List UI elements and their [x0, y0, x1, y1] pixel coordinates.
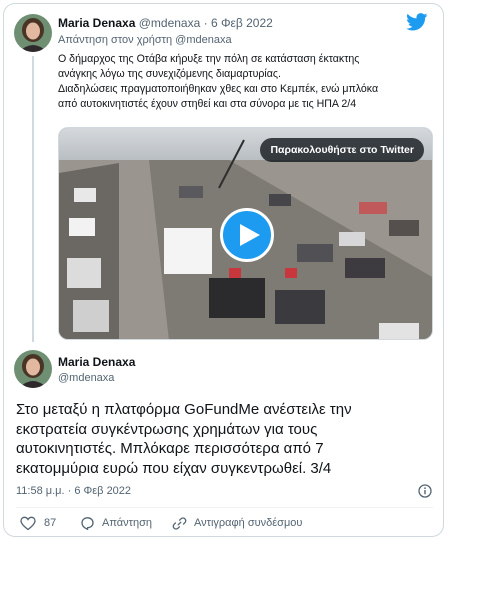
tweet-text-line: εκστρατεία συγκέντρωσης χρημάτων για του… — [16, 420, 318, 438]
watch-on-twitter-button[interactable]: Παρακολουθήστε στο Twitter — [260, 138, 424, 162]
author-handle[interactable]: @mdenaxa — [58, 372, 114, 384]
reply-tweet-header: Maria Denaxa @mdenaxa · 6 Φεβ 2022 — [58, 16, 273, 30]
tweet-date[interactable]: · 6 Φεβ 2022 — [204, 16, 273, 30]
video-player[interactable]: Παρακολουθήστε στο Twitter — [58, 127, 433, 340]
reply-tweet-text: Ο δήμαρχος της Οτάβα κήρυξε την πόλη σε … — [58, 52, 438, 112]
copy-link-label: Αντιγραφή συνδέσμου — [194, 517, 303, 529]
embedded-tweet-card: Maria Denaxa @mdenaxa · 6 Φεβ 2022 Απάντ… — [3, 3, 444, 537]
heart-icon — [20, 516, 36, 531]
info-icon[interactable] — [418, 484, 432, 498]
tweet-timestamp[interactable]: 11:58 μ.μ. · 6 Φεβ 2022 — [16, 485, 131, 497]
divider — [16, 507, 433, 508]
avatar[interactable] — [14, 14, 52, 52]
author-name[interactable]: Maria Denaxa — [58, 16, 135, 30]
replying-to: Απάντηση στον χρήστη @mdenaxa — [58, 34, 232, 46]
tweet-text-line: αυτοκινητιστές. Μπλόκαρε περισσότερα από… — [16, 440, 324, 457]
thread-line — [32, 56, 34, 342]
tweet-text-line: Διαδηλώσεις πραγματοποιήθηκαν χθες και σ… — [58, 83, 379, 95]
author-handle[interactable]: @mdenaxa — [139, 16, 201, 30]
replying-to-handle[interactable]: @mdenaxa — [175, 34, 231, 46]
play-button[interactable] — [220, 208, 274, 262]
play-icon — [240, 224, 260, 246]
speech-bubble-icon — [81, 517, 94, 531]
tweet-text-line: Στο μεταξύ η πλατφόρμα GoFundMe ανέστειλ… — [16, 401, 352, 418]
tweet-text-line: από αυτοκινητιστές έχουν στηθεί και στα … — [58, 98, 357, 110]
avatar[interactable] — [14, 350, 52, 388]
replying-to-prefix: Απάντηση στον χρήστη — [58, 34, 173, 46]
twitter-bird-icon[interactable] — [406, 13, 428, 31]
like-count: 87 — [44, 517, 57, 529]
author-name[interactable]: Maria Denaxa — [58, 355, 135, 369]
main-tweet-text: Στο μεταξύ η πλατφόρμα GoFundMe ανέστειλ… — [16, 400, 436, 478]
tweet-text-line: εκατομμύρια ευρώ που είχαν συγκεντρωθεί.… — [16, 459, 332, 477]
reply-label: Απάντηση — [102, 517, 152, 529]
tweet-text-line: Ο δήμαρχος της Οτάβα κήρυξε την πόλη σε … — [58, 53, 360, 65]
link-icon — [172, 517, 187, 530]
tweet-text-line: ανάγκης λόγω της συνεχιζόμενης διαμαρτυρ… — [58, 68, 281, 80]
